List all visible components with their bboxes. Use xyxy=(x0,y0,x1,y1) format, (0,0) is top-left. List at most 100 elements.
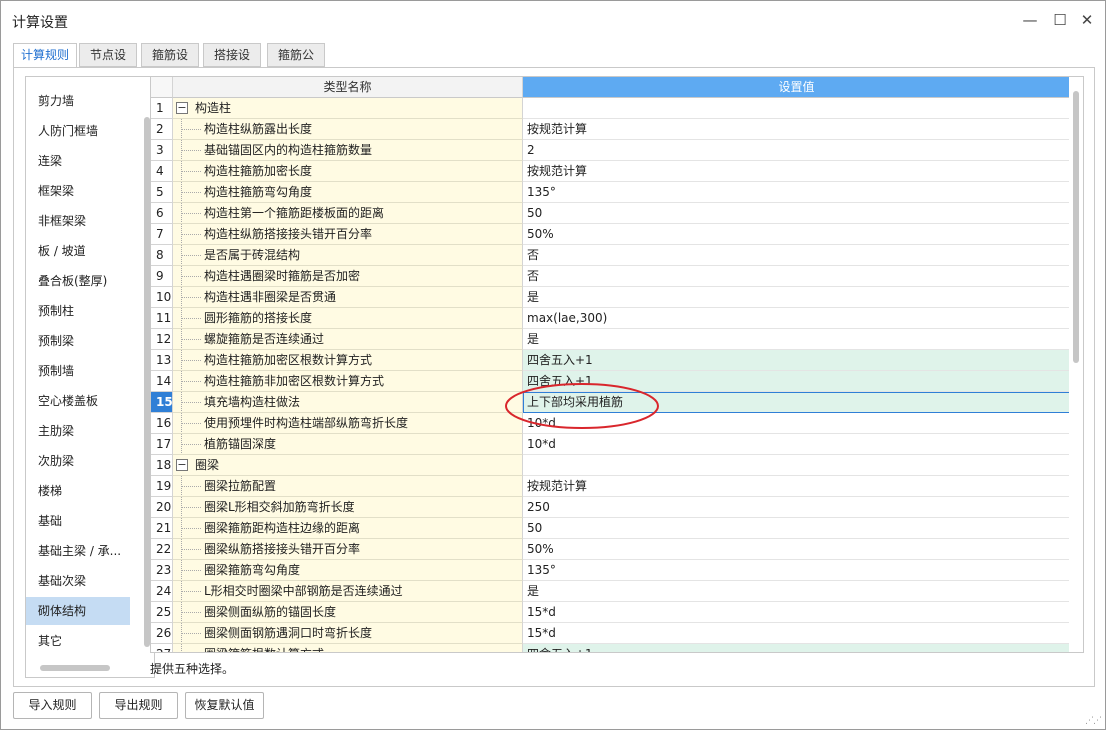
setting-value-cell[interactable]: 按规范计算 xyxy=(523,476,1071,497)
resize-grip-icon[interactable]: ⋰⋰ xyxy=(1085,716,1102,726)
table-row[interactable]: 20 圈梁L形相交斜加筋弯折长度 250 xyxy=(151,497,1071,518)
setting-value-cell[interactable]: 2 xyxy=(523,140,1071,161)
sidebar-item[interactable]: 框架梁 xyxy=(26,177,130,205)
setting-value-cell[interactable]: 50 xyxy=(523,518,1071,539)
collapse-icon[interactable]: − xyxy=(176,459,188,471)
table-row[interactable]: 14 构造柱箍筋非加密区根数计算方式 四舍五入+1 xyxy=(151,371,1071,392)
sidebar-item[interactable]: 板 / 坡道 xyxy=(26,237,130,265)
group-row[interactable]: 1− 构造柱 xyxy=(151,98,1071,119)
sidebar-horizontal-scrollbar[interactable] xyxy=(40,665,110,671)
group-row[interactable]: 18− 圈梁 xyxy=(151,455,1071,476)
sidebar-item[interactable]: 连梁 xyxy=(26,147,130,175)
setting-label: 构造柱第一个箍筋距楼板面的距离 xyxy=(204,206,385,220)
table-row[interactable]: 2 构造柱纵筋露出长度 按规范计算 xyxy=(151,119,1071,140)
table-row[interactable]: 26 圈梁侧面钢筋遇洞口时弯折长度 15*d xyxy=(151,623,1071,644)
table-row[interactable]: 16 使用预埋件时构造柱端部纵筋弯折长度 10*d xyxy=(151,413,1071,434)
setting-value-cell[interactable]: 是 xyxy=(523,581,1071,602)
sidebar-item[interactable]: 叠合板(整厚) xyxy=(26,267,130,295)
sidebar-item[interactable]: 空心楼盖板 xyxy=(26,387,130,415)
table-row[interactable]: 3 基础锚固区内的构造柱箍筋数量 2 xyxy=(151,140,1071,161)
maximize-icon[interactable]: ☐ xyxy=(1050,10,1070,30)
table-row[interactable]: 22 圈梁纵筋搭接接头错开百分率 50% xyxy=(151,539,1071,560)
setting-value-cell[interactable]: 否 xyxy=(523,266,1071,287)
sidebar-item[interactable]: 基础主梁 / 承... xyxy=(26,537,130,565)
column-header-type-name[interactable]: 类型名称 xyxy=(173,77,523,98)
table-row[interactable]: 13 构造柱箍筋加密区根数计算方式 四舍五入+1 xyxy=(151,350,1071,371)
table-row[interactable]: 7 构造柱纵筋搭接接头错开百分率 50% xyxy=(151,224,1071,245)
table-row[interactable]: 17 植筋锚固深度 10*d xyxy=(151,434,1071,455)
setting-value-cell[interactable]: max(lae,300) xyxy=(523,308,1071,329)
tab-calc-rules[interactable]: 计算规则 xyxy=(13,43,77,68)
setting-value-cell[interactable]: 135° xyxy=(523,182,1071,203)
sidebar-item[interactable]: 基础 xyxy=(26,507,130,535)
tab-stirrup-formula[interactable]: 箍筋公式 xyxy=(267,43,325,84)
table-row[interactable]: 8 是否属于砖混结构 否 xyxy=(151,245,1071,266)
table-row[interactable]: 9 构造柱遇圈梁时箍筋是否加密 否 xyxy=(151,266,1071,287)
tab-panel: 剪力墙 人防门框墙 连梁 框架梁 非框架梁板 / 坡道 叠合板(整厚) 预制柱 预制梁 预制墙空… xyxy=(13,67,1095,687)
sidebar-item[interactable]: 砌体结构 xyxy=(26,597,130,625)
table-row[interactable]: 12 螺旋箍筋是否连续通过 是 xyxy=(151,329,1071,350)
table-row[interactable]: 27 圈梁箍筋根数计算方式 四舍五入+1 xyxy=(151,644,1071,652)
sidebar-item[interactable]: 预制墙 xyxy=(26,357,130,385)
table-row[interactable]: 4 构造柱箍筋加密长度 按规范计算 xyxy=(151,161,1071,182)
close-icon[interactable]: ✕ xyxy=(1077,10,1097,30)
setting-value-cell[interactable]: 10*d xyxy=(523,434,1071,455)
table-row[interactable]: 21 圈梁箍筋距构造柱边缘的距离 50 xyxy=(151,518,1071,539)
table-row[interactable]: 15 填充墙构造柱做法 上下部均采用植筋 xyxy=(151,392,1071,413)
setting-value-cell[interactable]: 四舍五入+1 xyxy=(523,371,1071,392)
setting-value-cell[interactable]: 135° xyxy=(523,560,1071,581)
minimize-icon[interactable]: — xyxy=(1020,10,1040,30)
table-row[interactable]: 23 圈梁箍筋弯勾角度 135° xyxy=(151,560,1071,581)
table-row[interactable]: 24 L形相交时圈梁中部钢筋是否连续通过 是 xyxy=(151,581,1071,602)
component-type-list[interactable]: 剪力墙 人防门框墙 连梁 框架梁 非框架梁板 / 坡道 叠合板(整厚) 预制柱 预制梁 预制墙空… xyxy=(25,76,155,678)
setting-value-cell[interactable]: 10*d xyxy=(523,413,1071,434)
row-number: 11 xyxy=(151,308,173,329)
setting-value-cell[interactable]: 四舍五入+1 xyxy=(523,644,1071,652)
sidebar-item[interactable]: 剪力墙 xyxy=(26,87,130,115)
type-name-cell: 构造柱箍筋加密长度 xyxy=(173,161,523,182)
setting-value-cell[interactable]: 50 xyxy=(523,203,1071,224)
column-header-setting-value[interactable]: 设置值 xyxy=(523,77,1071,98)
setting-value-cell[interactable]: 按规范计算 xyxy=(523,119,1071,140)
setting-value-cell[interactable]: 50% xyxy=(523,224,1071,245)
restore-defaults-button[interactable]: 恢复默认值 xyxy=(185,692,264,719)
tab-node-settings[interactable]: 节点设置 xyxy=(79,43,137,84)
export-rules-button[interactable]: 导出规则 xyxy=(99,692,178,719)
tree-connector xyxy=(181,213,201,214)
tab-lap-settings[interactable]: 搭接设置 xyxy=(203,43,261,84)
row-number: 10 xyxy=(151,287,173,308)
tree-connector xyxy=(181,255,201,256)
setting-value-cell[interactable]: 上下部均采用植筋 xyxy=(523,392,1071,413)
grid-vertical-scrollbar[interactable] xyxy=(1069,77,1083,652)
table-row[interactable]: 19 圈梁拉筋配置 按规范计算 xyxy=(151,476,1071,497)
sidebar-item[interactable]: 楼梯 xyxy=(26,477,130,505)
grid-scroll-thumb[interactable] xyxy=(1073,91,1079,363)
collapse-icon[interactable]: − xyxy=(176,102,188,114)
table-row[interactable]: 6 构造柱第一个箍筋距楼板面的距离 50 xyxy=(151,203,1071,224)
setting-value-cell[interactable]: 按规范计算 xyxy=(523,161,1071,182)
sidebar-item[interactable]: 其它 xyxy=(26,627,130,655)
sidebar-item[interactable]: 预制梁 xyxy=(26,327,130,355)
setting-value-cell[interactable]: 四舍五入+1 xyxy=(523,350,1071,371)
sidebar-item[interactable]: 次肋梁 xyxy=(26,447,130,475)
table-row[interactable]: 11 圆形箍筋的搭接长度 max(lae,300) xyxy=(151,308,1071,329)
table-row[interactable]: 10 构造柱遇非圈梁是否贯通 是 xyxy=(151,287,1071,308)
setting-value-cell[interactable]: 是 xyxy=(523,329,1071,350)
table-row[interactable]: 25 圈梁侧面纵筋的锚固长度 15*d xyxy=(151,602,1071,623)
import-rules-button[interactable]: 导入规则 xyxy=(13,692,92,719)
sidebar-item[interactable]: 非框架梁 xyxy=(26,207,130,235)
table-row[interactable]: 5 构造柱箍筋弯勾角度 135° xyxy=(151,182,1071,203)
setting-value-cell[interactable]: 15*d xyxy=(523,602,1071,623)
sidebar-item[interactable]: 人防门框墙 xyxy=(26,117,130,145)
setting-value-cell[interactable]: 250 xyxy=(523,497,1071,518)
setting-value-cell[interactable]: 是 xyxy=(523,287,1071,308)
sidebar-item[interactable]: 预制柱 xyxy=(26,297,130,325)
sidebar-item[interactable]: 基础次梁 xyxy=(26,567,130,595)
tab-stirrup-settings[interactable]: 箍筋设置 xyxy=(141,43,199,84)
setting-value-cell[interactable]: 15*d xyxy=(523,623,1071,644)
sidebar-item[interactable]: 主肋梁 xyxy=(26,417,130,445)
setting-value-cell[interactable]: 否 xyxy=(523,245,1071,266)
setting-value-cell[interactable]: 50% xyxy=(523,539,1071,560)
setting-label: 构造柱纵筋搭接接头错开百分率 xyxy=(204,227,373,241)
type-name-cell: 植筋锚固深度 xyxy=(173,434,523,455)
